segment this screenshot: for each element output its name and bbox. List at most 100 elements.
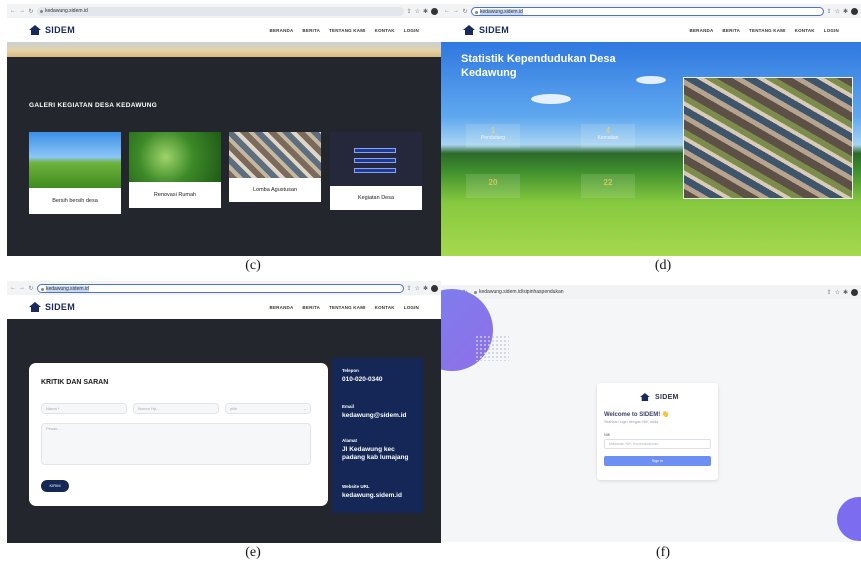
brand-logo: SIDEM (639, 392, 679, 402)
address-bar[interactable]: kedawung.sidem.id (37, 6, 404, 16)
address-bar[interactable]: kedawung.sidem.id/sipinhaspendukan (471, 287, 824, 297)
main-nav: BERANDA BERITA TENTANG KAMI KONTAK LOGIN (270, 28, 419, 33)
forward-icon[interactable]: → (19, 285, 25, 291)
share-icon[interactable]: ⇪ (827, 289, 832, 296)
nav-login[interactable]: LOGIN (404, 305, 419, 310)
share-icon[interactable]: ⇪ (407, 8, 412, 15)
feedback-form: KRITIK DAN SARAN Nama * Nomor Hp... pili… (29, 363, 328, 506)
share-icon[interactable]: ⇪ (407, 285, 412, 292)
star-icon[interactable]: ☆ (835, 289, 840, 296)
extension-icon[interactable]: ✱ (843, 289, 848, 296)
nav-kontak[interactable]: KONTAK (795, 28, 815, 33)
gallery-card[interactable]: Lomba Agustusan (229, 132, 321, 202)
gallery-card-label: Renovasi Rumah (153, 192, 197, 198)
share-icon[interactable]: ⇪ (827, 8, 832, 15)
back-icon[interactable]: ← (10, 8, 16, 14)
address-label: Alamat (342, 438, 358, 443)
decorative-dots (475, 335, 509, 361)
nav-tentang-kami[interactable]: TENTANG KAMI (329, 28, 366, 33)
website-value[interactable]: kedawung.sidem.id (342, 492, 417, 500)
star-icon[interactable]: ☆ (415, 285, 420, 292)
submit-button[interactable]: KIRIM (41, 480, 69, 492)
hero-banner-strip (7, 42, 441, 57)
contact-info-card: Telepon 010-020-0340 Email kedawung@side… (332, 358, 423, 513)
profile-icon[interactable] (431, 284, 438, 292)
nav-tentang-kami[interactable]: TENTANG KAMI (329, 305, 366, 310)
reload-icon[interactable]: ↻ (28, 8, 34, 15)
star-icon[interactable]: ☆ (415, 8, 420, 15)
profile-icon[interactable] (851, 288, 858, 296)
profile-icon[interactable] (431, 7, 438, 15)
back-icon[interactable]: ← (444, 8, 450, 14)
address-bar[interactable]: kedawung.sidem.id (37, 283, 404, 293)
phone-field[interactable]: Nomor Hp... (133, 403, 219, 414)
main-nav: BERANDA BERITA TENTANG KAMI KONTAK LOGIN (690, 28, 839, 33)
back-icon[interactable]: ← (10, 285, 16, 291)
login-card: SIDEM Welcome to SIDEM! 👋 Silahkan login… (597, 383, 718, 480)
stat-value: 1 (490, 126, 496, 135)
browser-tools: ⇪ ☆ ✱ (827, 7, 858, 15)
site-header: SIDEM BERANDA BERITA TENTANG KAMI KONTAK… (7, 18, 441, 42)
gallery-card[interactable]: Kegiatan Desa (330, 132, 422, 210)
select-value: pilih (230, 406, 238, 411)
browser-tools: ⇪ ☆ ✱ (827, 288, 858, 296)
stat-pendatang: 1 Pendatang (463, 126, 523, 141)
gallery-image (129, 132, 221, 182)
forward-icon[interactable]: → (453, 8, 459, 14)
stat-label: Kematian (597, 135, 619, 141)
star-icon[interactable]: ☆ (835, 8, 840, 15)
brand-logo[interactable]: SIDEM (29, 25, 75, 35)
house-icon (29, 25, 41, 35)
nav-berita[interactable]: BERITA (302, 28, 320, 33)
email-label: Email (342, 404, 355, 409)
nav-login[interactable]: LOGIN (824, 28, 839, 33)
forward-icon[interactable]: → (19, 8, 25, 14)
stat-4: 22 (578, 178, 638, 187)
sign-in-button[interactable]: Sign in (604, 456, 711, 466)
name-field[interactable]: Nama * (41, 403, 127, 414)
browser-toolbar: ← → ↻ kedawung.sidem.id/sipinhaspendukan… (441, 285, 861, 299)
panel-login: ← → ↻ kedawung.sidem.id/sipinhaspendukan… (441, 285, 861, 542)
panel-contact: ← → ↻ kedawung.sidem.id ⇪ ☆ ✱ SIDEM BERA… (7, 281, 441, 543)
nav-login[interactable]: LOGIN (404, 28, 419, 33)
reload-icon[interactable]: ↻ (462, 8, 468, 15)
gallery-card[interactable]: Renovasi Rumah (129, 132, 221, 208)
nav-tentang-kami[interactable]: TENTANG KAMI (749, 28, 786, 33)
browser-tools: ⇪ ☆ ✱ (407, 7, 438, 15)
nav-beranda[interactable]: BERANDA (270, 28, 294, 33)
nav-kontak[interactable]: KONTAK (375, 28, 395, 33)
gallery-card[interactable]: Bersih bersih desa (29, 132, 121, 214)
message-field[interactable]: Pesan... (41, 423, 311, 465)
brand-name: SIDEM (45, 25, 76, 35)
photo-collage (683, 77, 853, 199)
panel-gallery: ← → ↻ kedawung.sidem.id ⇪ ☆ ✱ SIDEM BERA… (7, 4, 441, 256)
nav-beranda[interactable]: BERANDA (270, 305, 294, 310)
main-nav: BERANDA BERITA TENTANG KAMI KONTAK LOGIN (270, 305, 419, 310)
reload-icon[interactable]: ↻ (28, 285, 34, 292)
brand-logo[interactable]: SIDEM (463, 25, 509, 35)
caption-d: (d) (654, 258, 672, 273)
phone-value: 010-020-0340 (342, 376, 383, 383)
gallery-image (29, 132, 121, 188)
stat-3: 20 (463, 178, 523, 187)
house-icon (463, 25, 475, 35)
profile-icon[interactable] (851, 7, 858, 15)
extension-icon[interactable]: ✱ (423, 285, 428, 292)
browser-tools: ⇪ ☆ ✱ (407, 284, 438, 292)
address-bar[interactable]: kedawung.sidem.id (471, 6, 824, 16)
form-title: KRITIK DAN SARAN (41, 379, 109, 386)
site-header: SIDEM BERANDA BERITA TENTANG KAMI KONTAK… (7, 295, 441, 319)
gallery-image (330, 132, 422, 186)
category-select[interactable]: pilih ⌄ (225, 403, 311, 414)
brand-logo[interactable]: SIDEM (29, 302, 75, 312)
nav-berita[interactable]: BERITA (302, 305, 320, 310)
extension-icon[interactable]: ✱ (843, 8, 848, 15)
extension-icon[interactable]: ✱ (423, 8, 428, 15)
nav-berita[interactable]: BERITA (722, 28, 740, 33)
nik-input[interactable]: Masukan NIK Kependudukan (604, 439, 711, 449)
house-icon (640, 393, 650, 401)
nav-beranda[interactable]: BERANDA (690, 28, 714, 33)
gallery-card-label: Lomba Agustusan (252, 187, 298, 193)
nav-kontak[interactable]: KONTAK (375, 305, 395, 310)
site-header: SIDEM BERANDA BERITA TENTANG KAMI KONTAK… (441, 18, 861, 42)
